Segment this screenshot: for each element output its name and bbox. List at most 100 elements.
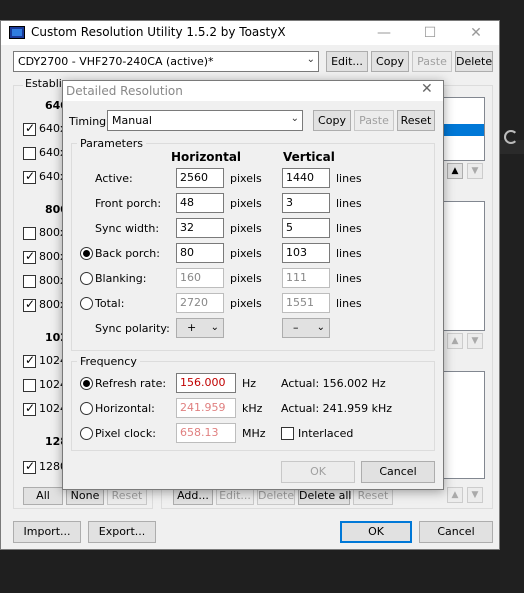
timing-select-value: Manual	[112, 114, 152, 127]
h-front-porch-input[interactable]: 48	[176, 193, 224, 213]
frequency-label: Frequency	[77, 355, 140, 368]
checkbox-800-2[interactable]	[23, 249, 36, 264]
monitor-select-value: CDY2700 - VHF270-240CA (active)*	[18, 55, 214, 68]
background-window-edge	[500, 0, 524, 593]
dialog-copy-button[interactable]: Copy	[313, 110, 351, 131]
refresh-rate-radio[interactable]	[80, 377, 93, 390]
h-polarity-select[interactable]: + ⌄	[176, 318, 224, 338]
move-up-button[interactable]: ▲	[447, 333, 463, 349]
move-down-button[interactable]: ▼	[467, 487, 483, 503]
active-label: Active:	[95, 172, 133, 185]
unit-label: Hz	[242, 377, 257, 390]
checkbox-1024-2[interactable]	[23, 379, 36, 392]
h-sync-width-input[interactable]: 32	[176, 218, 224, 238]
horizontal-actual: Actual: 241.959 kHz	[281, 402, 393, 415]
h-blanking-input[interactable]: 160	[176, 268, 224, 288]
monitor-select[interactable]: CDY2700 - VHF270-240CA (active)* ⌄	[13, 51, 319, 72]
unit-label: lines	[336, 197, 362, 210]
detailed-resolutions-list[interactable]	[441, 97, 485, 161]
pixel-clock-input[interactable]: 658.13	[176, 423, 236, 443]
interlaced-checkbox[interactable]	[281, 427, 294, 440]
copy-button[interactable]: Copy	[371, 51, 409, 72]
v-back-porch-input[interactable]: 103	[282, 243, 330, 263]
main-ok-button[interactable]: OK	[340, 521, 412, 543]
move-down-button[interactable]: ▼	[467, 163, 483, 179]
dialog-title: Detailed Resolution	[66, 84, 183, 98]
refresh-icon	[504, 130, 518, 144]
total-radio[interactable]	[80, 297, 93, 310]
blanking-radio[interactable]	[80, 272, 93, 285]
dialog-reset-button[interactable]: Reset	[397, 110, 435, 131]
back-porch-radio[interactable]	[80, 247, 93, 260]
standard-resolutions-list[interactable]	[441, 371, 485, 479]
unit-label: pixels	[230, 222, 262, 235]
dialog-paste-button[interactable]: Paste	[354, 110, 394, 131]
h-back-porch-input[interactable]: 80	[176, 243, 224, 263]
checkbox-640-3[interactable]	[23, 169, 36, 184]
maximize-button[interactable]: ☐	[407, 21, 453, 45]
minimize-button[interactable]: —	[361, 21, 407, 45]
main-cancel-button[interactable]: Cancel	[419, 521, 493, 543]
move-up-button[interactable]: ▲	[447, 163, 463, 179]
v-active-input[interactable]: 1440	[282, 168, 330, 188]
delete-button[interactable]: Delete	[455, 51, 493, 72]
v-polarity-select[interactable]: – ⌄	[282, 318, 330, 338]
timing-label: Timing:	[69, 115, 110, 128]
app-monitor-icon	[9, 26, 25, 39]
checkbox-800-3[interactable]	[23, 275, 36, 288]
h-total-input[interactable]: 2720	[176, 293, 224, 313]
checkbox-1024-3[interactable]	[23, 401, 36, 416]
established-label: Establi	[23, 77, 64, 90]
unit-label: pixels	[230, 197, 262, 210]
h-polarity-value: +	[187, 321, 197, 334]
parameters-label: Parameters	[77, 137, 146, 150]
horizontal-freq-radio[interactable]	[80, 402, 93, 415]
refresh-rate-label: Refresh rate:	[95, 377, 167, 390]
checkbox-800-1[interactable]	[23, 227, 36, 240]
v-sync-width-input[interactable]: 5	[282, 218, 330, 238]
selected-row[interactable]	[442, 124, 484, 136]
checkbox-1024-1[interactable]	[23, 353, 36, 368]
checkbox-800-4[interactable]	[23, 297, 36, 312]
back-porch-label: Back porch:	[95, 247, 160, 260]
v-total-input[interactable]: 1551	[282, 293, 330, 313]
dialog-cancel-button[interactable]: Cancel	[361, 461, 435, 483]
dialog-ok-button[interactable]: OK	[281, 461, 355, 483]
horizontal-header: Horizontal	[171, 150, 242, 164]
interlaced-label: Interlaced	[298, 427, 354, 440]
v-blanking-input[interactable]: 111	[282, 268, 330, 288]
horizontal-freq-label: Horizontal:	[95, 402, 155, 415]
total-label: Total:	[95, 297, 125, 310]
dialog-title-bar: Detailed Resolution ✕	[63, 81, 443, 101]
checkbox-1280-1[interactable]	[23, 459, 36, 474]
checkbox-640-1[interactable]	[23, 121, 36, 136]
unit-label: lines	[336, 172, 362, 185]
refresh-actual: Actual: 156.002 Hz	[281, 377, 386, 390]
all-button[interactable]: All	[23, 487, 63, 505]
close-button[interactable]: ✕	[453, 21, 499, 45]
horizontal-freq-input[interactable]: 241.959	[176, 398, 236, 418]
checkbox-640-2[interactable]	[23, 147, 36, 160]
chevron-down-icon: ⌄	[306, 54, 315, 65]
dialog-close-icon[interactable]: ✕	[421, 81, 433, 97]
move-down-button[interactable]: ▼	[467, 333, 483, 349]
timing-select[interactable]: Manual ⌄	[107, 110, 303, 131]
unit-label: kHz	[242, 402, 263, 415]
sync-polarity-label: Sync polarity:	[95, 322, 170, 335]
chevron-down-icon: ⌄	[290, 113, 299, 124]
edit-monitor-button[interactable]: Edit...	[326, 51, 368, 72]
import-button[interactable]: Import...	[13, 521, 81, 543]
detailed-resolution-dialog: Detailed Resolution ✕ Timing: Manual ⌄ C…	[62, 80, 444, 490]
refresh-rate-input[interactable]: 156.000	[176, 373, 236, 393]
export-button[interactable]: Export...	[88, 521, 156, 543]
move-up-button[interactable]: ▲	[447, 487, 463, 503]
paste-button[interactable]: Paste	[412, 51, 452, 72]
pixel-clock-radio[interactable]	[80, 427, 93, 440]
chevron-down-icon: ⌄	[316, 322, 325, 333]
extension-blocks-list[interactable]	[441, 201, 485, 331]
v-polarity-value: –	[293, 321, 299, 334]
h-active-input[interactable]: 2560	[176, 168, 224, 188]
unit-label: lines	[336, 297, 362, 310]
front-porch-label: Front porch:	[95, 197, 162, 210]
v-front-porch-input[interactable]: 3	[282, 193, 330, 213]
